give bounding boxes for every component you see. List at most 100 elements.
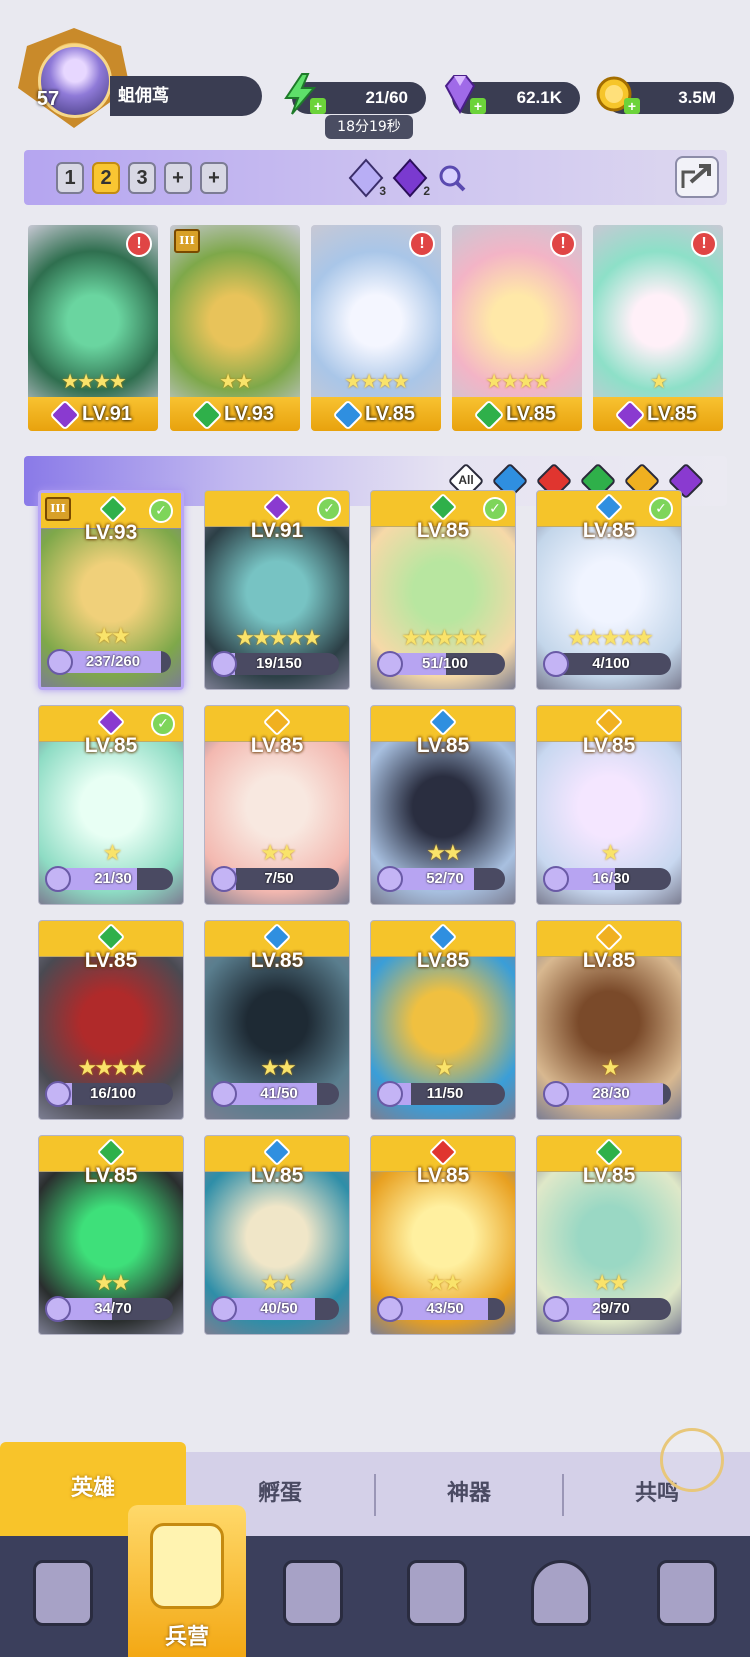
hero-card[interactable]: LV.85 ★★ 43/50: [370, 1135, 516, 1335]
shard-count: 7/50: [264, 870, 294, 887]
player-name[interactable]: 蛆佣茑: [110, 76, 262, 116]
shard-count: 29/70: [592, 1300, 630, 1317]
tab-artifacts[interactable]: 神器: [376, 1452, 562, 1536]
shard-icon: [45, 866, 71, 892]
team-gem-chip[interactable]: 2: [390, 158, 430, 198]
shard-icon: [211, 1296, 237, 1322]
lineup-hero-card[interactable]: III ★★ LV.93: [170, 225, 300, 431]
team-tab-3[interactable]: 3: [128, 162, 156, 194]
nav-castle[interactable]: [392, 1550, 482, 1646]
hero-level: LV.85: [250, 1164, 304, 1187]
shard-icon: [45, 1296, 71, 1322]
wind-element-icon: [98, 494, 128, 524]
nav-shop[interactable]: [516, 1550, 606, 1646]
water-element-icon: [428, 922, 458, 952]
gold-counter[interactable]: + 3.5M: [596, 76, 734, 114]
shard-progress-bar: 16/100: [53, 1083, 173, 1105]
team-gem-chip[interactable]: 3: [346, 158, 386, 198]
lineup-hero-card[interactable]: ! ★ LV.85: [593, 225, 723, 431]
hero-card[interactable]: LV.85 ★ 11/50: [370, 920, 516, 1120]
energy-timer: 18分19秒: [325, 115, 413, 139]
hero-level: LV.91: [250, 519, 304, 542]
shard-count: 51/100: [422, 655, 468, 672]
nav-guild[interactable]: [642, 1550, 732, 1646]
wind-element-icon: [594, 1137, 624, 1167]
hero-level: LV.85: [582, 1164, 636, 1187]
nav-barracks[interactable]: 兵营: [128, 1505, 246, 1657]
hero-stars: ★★★★: [61, 369, 127, 393]
check-icon: ✓: [649, 497, 673, 521]
gem-counter[interactable]: + 62.1K: [444, 75, 580, 115]
team-tab-2[interactable]: 2: [92, 162, 120, 194]
hero-card[interactable]: LV.85 ★ 16/30: [536, 705, 682, 905]
add-energy-icon[interactable]: +: [310, 98, 326, 114]
hero-stars: ★★: [260, 1056, 296, 1081]
share-button[interactable]: [675, 156, 719, 198]
hero-card[interactable]: LV.85 ★★ 34/70: [38, 1135, 184, 1335]
shard-progress-bar: 21/30: [53, 868, 173, 890]
shard-count: 11/50: [426, 1085, 464, 1102]
hero-card[interactable]: LV.85 ★★ 41/50: [204, 920, 350, 1120]
water-element-icon: [428, 707, 458, 737]
shard-progress-bar: 28/30: [551, 1083, 671, 1105]
hero-stars: ★★★★★: [567, 626, 654, 651]
crystal-count: 2: [423, 184, 430, 198]
hero-card[interactable]: LV.85 ★★★★ 16/100: [38, 920, 184, 1120]
shard-progress-bar: 7/50: [219, 868, 339, 890]
mushroom-shop-icon: [531, 1560, 591, 1626]
hero-stars: ★★★★★: [401, 626, 488, 651]
hero-card[interactable]: LV.85 ★★ 52/70: [370, 705, 516, 905]
hero-level: LV.85: [582, 519, 636, 542]
hero-level-bar: LV.85: [593, 397, 723, 431]
hero-stars: ★★: [426, 841, 462, 866]
hero-stars: ★★: [94, 624, 130, 649]
shard-icon: [543, 866, 569, 892]
hero-card[interactable]: ✓ LV.85 ★★★★★ 51/100: [370, 490, 516, 690]
team-add-button[interactable]: +: [200, 162, 228, 194]
crystal-count: 3: [379, 184, 386, 198]
shard-count: 16/100: [90, 1085, 136, 1102]
team-tab-1[interactable]: 1: [56, 162, 84, 194]
rank-badge: III: [45, 497, 71, 521]
hero-card[interactable]: LV.85 ★ 28/30: [536, 920, 682, 1120]
search-icon[interactable]: [436, 162, 468, 194]
add-gold-icon[interactable]: +: [624, 98, 640, 114]
hero-stars: ★: [650, 369, 668, 393]
hero-level-bar: LV.85: [311, 397, 441, 431]
add-gem-icon[interactable]: +: [470, 98, 486, 114]
nav-cards[interactable]: [18, 1550, 108, 1646]
hero-card[interactable]: III ✓ LV.93 ★★ 237/260: [38, 490, 184, 690]
nav-barracks-label: 兵营: [164, 1625, 209, 1650]
wind-element-icon: [96, 922, 126, 952]
banner-icon: [657, 1560, 717, 1626]
share-icon: [681, 164, 711, 188]
lineup-hero-card[interactable]: ! ★★★★ LV.91: [28, 225, 158, 431]
shard-count: 21/30: [94, 870, 132, 887]
hero-card[interactable]: LV.85 ★★ 7/50: [204, 705, 350, 905]
hero-card[interactable]: LV.85 ★★ 29/70: [536, 1135, 682, 1335]
team-add-button[interactable]: +: [164, 162, 192, 194]
hero-stars: ★: [600, 841, 621, 866]
hero-card[interactable]: ✓ LV.91 ★★★★★ 19/150: [204, 490, 350, 690]
shard-count: 43/50: [426, 1300, 464, 1317]
hero-card[interactable]: ✓ LV.85 ★★★★★ 4/100: [536, 490, 682, 690]
water-element-icon: [262, 1137, 292, 1167]
hero-level: LV.85: [84, 1164, 138, 1187]
shard-icon: [543, 651, 569, 677]
hero-stars: ★★: [426, 1271, 462, 1296]
energy-counter[interactable]: + 21/60: [284, 73, 426, 115]
lineup-hero-card[interactable]: ! ★★★★ LV.85: [311, 225, 441, 431]
hero-stars: ★: [434, 1056, 455, 1081]
shard-count: 41/50: [260, 1085, 298, 1102]
shard-count: 19/150: [256, 655, 302, 672]
energy-value: 21/60: [365, 88, 408, 107]
water-element-icon: [332, 399, 364, 431]
dark-element-icon: [614, 399, 646, 431]
lineup-hero-card[interactable]: ! ★★★★ LV.85: [452, 225, 582, 431]
sparkle-button[interactable]: [660, 1428, 724, 1492]
shard-progress-bar: 34/70: [53, 1298, 173, 1320]
hero-card[interactable]: LV.85 ★★ 40/50: [204, 1135, 350, 1335]
nav-map[interactable]: [268, 1550, 358, 1646]
hero-card[interactable]: ✓ LV.85 ★ 21/30: [38, 705, 184, 905]
wind-element-icon: [191, 399, 223, 431]
